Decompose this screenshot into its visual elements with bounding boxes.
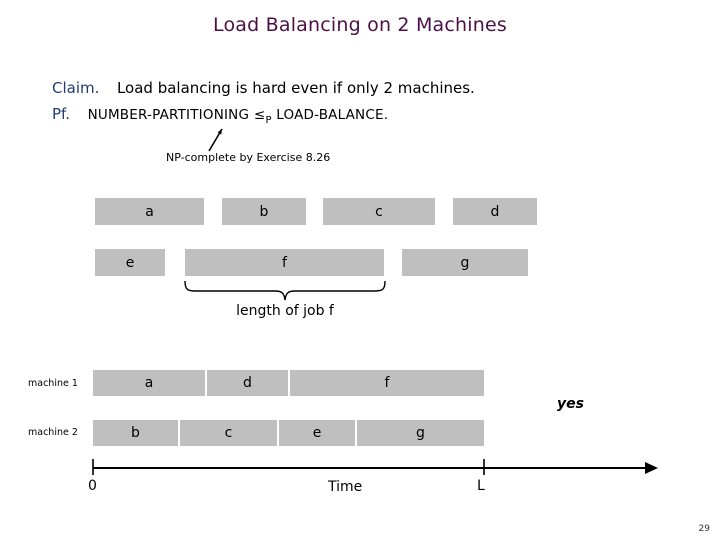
schedule-segment-label: f [384, 375, 390, 391]
axis-title-label: Time [328, 479, 363, 495]
schedule-segment-b: b [93, 420, 178, 446]
job-bar-d: d [453, 198, 537, 225]
job-bar-label: e [125, 254, 135, 271]
annotation-label: NP-complete by Exercise 8.26 [166, 151, 331, 164]
verdict-label: yes [557, 396, 584, 412]
job-bar-f: f [185, 249, 384, 276]
schedule-segment-a: a [93, 370, 205, 396]
reduction-lhs: NUMBER-PARTITIONING [87, 107, 250, 123]
job-bar-e: e [95, 249, 165, 276]
reduction-relation: ≤ [253, 107, 266, 123]
job-bar-label: b [259, 203, 269, 220]
schedule-segment-f: f [290, 370, 484, 396]
schedule-segment-c: c [180, 420, 277, 446]
axis-end-label: L [477, 478, 485, 494]
claim-text: Load balancing is hard even if only 2 ma… [116, 79, 475, 97]
underbrace-icon [184, 281, 386, 301]
time-axis [92, 459, 658, 475]
job-bar-label: f [282, 254, 287, 271]
schedule-segment-label: b [131, 425, 140, 441]
schedule-segment-label: e [312, 425, 322, 441]
reduction-rhs: LOAD-BALANCE. [276, 107, 389, 123]
schedule-segment-label: d [243, 375, 252, 391]
annotation-arrow-icon [208, 128, 223, 152]
machine-2-schedule: b c e g [93, 420, 484, 446]
job-bar-label: c [375, 203, 383, 220]
axis-origin-label: 0 [88, 478, 97, 494]
slide-canvas: Load Balancing on 2 Machines Claim. Load… [0, 0, 720, 540]
schedule-segment-g: g [357, 420, 484, 446]
schedule-segment-label: a [144, 375, 154, 391]
schedule-segment-label: c [224, 425, 233, 441]
claim-keyword: Claim. [52, 79, 100, 97]
job-bar-b: b [222, 198, 306, 225]
proof-statement: Pf. NUMBER-PARTITIONING ≤P LOAD-BALANCE. [52, 105, 388, 126]
proof-keyword: Pf. [52, 105, 71, 123]
schedule-segment-label: g [416, 425, 425, 441]
job-bar-c: c [323, 198, 435, 225]
claim-statement: Claim. Load balancing is hard even if on… [52, 79, 475, 97]
job-bar-a: a [95, 198, 204, 225]
brace-caption: length of job f [236, 303, 334, 319]
schedule-segment-d: d [207, 370, 288, 396]
job-bar-label: a [145, 203, 154, 220]
job-bar-label: d [490, 203, 500, 220]
job-bar-g: g [402, 249, 528, 276]
page-title: Load Balancing on 2 Machines [213, 14, 507, 36]
schedule-segment-e: e [279, 420, 355, 446]
page-number: 29 [698, 524, 710, 534]
machine-2-label: machine 2 [28, 427, 78, 438]
reduction-relation-subscript: P [265, 115, 272, 126]
machine-1-schedule: a d f [93, 370, 484, 396]
machine-1-label: machine 1 [28, 378, 78, 389]
job-bar-label: g [460, 254, 470, 271]
